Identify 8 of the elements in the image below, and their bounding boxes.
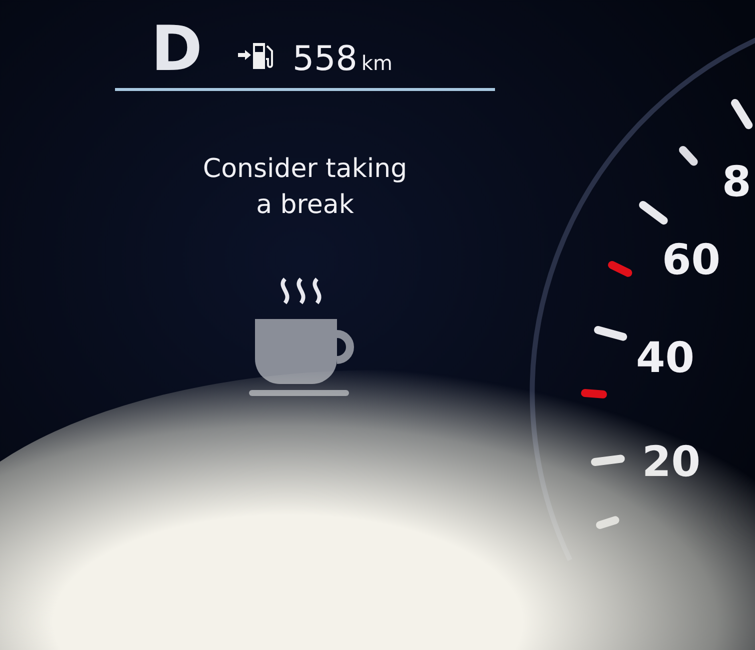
- break-message: Consider taking a break: [202, 153, 408, 222]
- range-unit: km: [361, 51, 392, 75]
- speed-label: 8: [722, 157, 752, 206]
- speed-label: 60: [662, 235, 720, 284]
- gear-indicator: D: [151, 18, 202, 80]
- range-value: 558: [292, 39, 358, 79]
- speed-label: 40: [636, 333, 694, 382]
- speed-label: 20: [642, 437, 700, 486]
